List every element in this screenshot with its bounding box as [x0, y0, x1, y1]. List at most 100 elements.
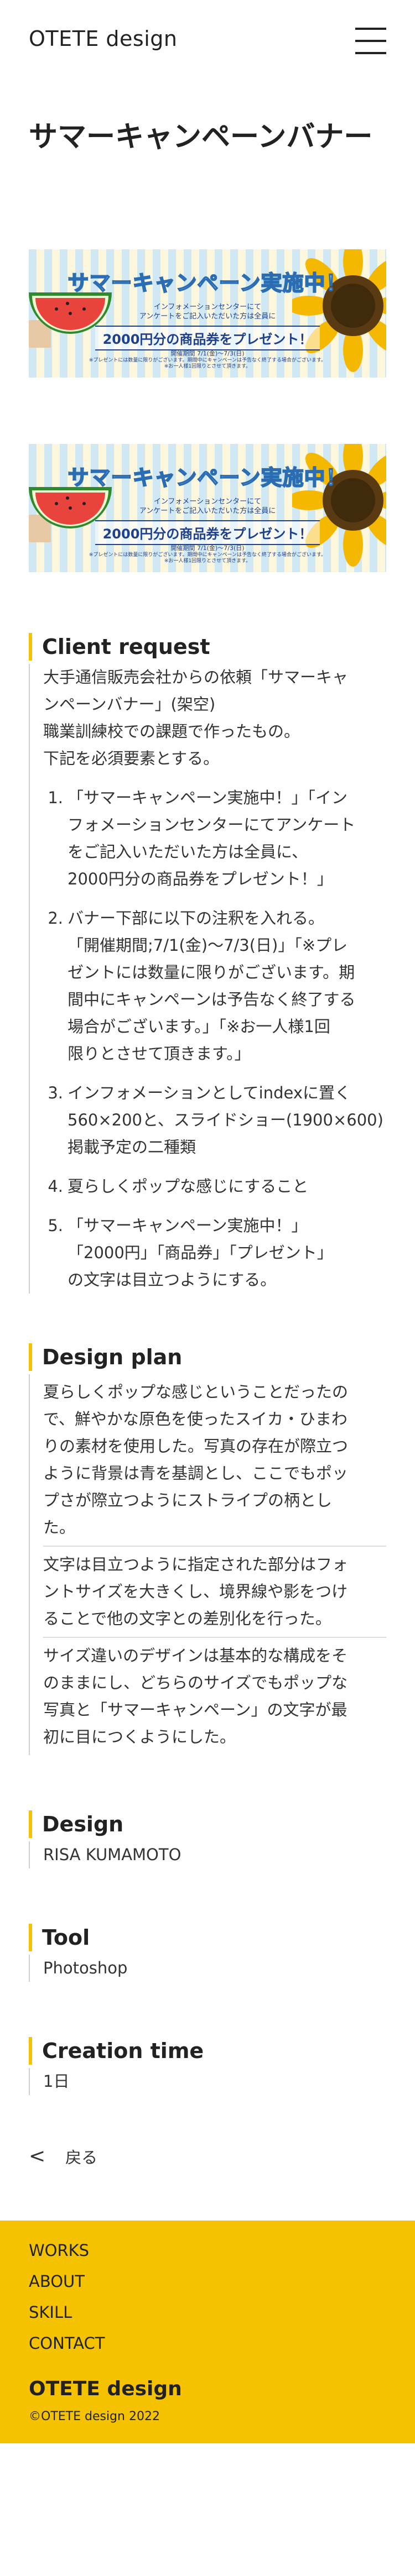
text-line: 大手通信販売会社からの依頼「サマーキャ — [43, 667, 349, 687]
banner-info: インフォメーションセンターにて アンケートをご記入いただいた方は全員に — [112, 497, 303, 516]
section-body: RISA KUMAMOTO — [29, 1841, 386, 1868]
creation-time-value: 1日 — [43, 2071, 70, 2091]
text-line: ントサイズを大きくし、境界線や影をつけ — [43, 1582, 348, 1601]
section-heading: Tool — [29, 1923, 386, 1951]
section-heading: Creation time — [29, 2036, 386, 2065]
section-heading: Design — [29, 1810, 386, 1838]
client-request-intro: 大手通信販売会社からの依頼「サマーキャ ンペーンバナー」(架空) 職業訓練校での… — [43, 664, 386, 772]
designer-section: Design RISA KUMAMOTO — [29, 1810, 386, 1868]
client-request-section: Client request 大手通信販売会社からの依頼「サマーキャ ンペーンバ… — [29, 632, 386, 1294]
site-header: OTETE design — [0, 0, 415, 83]
requirements-list: 1. 「サマーキャンペーン実施中！」「イン フォメーションセンターにてアンケート… — [43, 784, 386, 1294]
list-text: 夏らしくポップな感じにすること — [68, 1173, 386, 1200]
text-line: 560×200と、スライドショー(1900×600) — [68, 1110, 383, 1129]
section-body: 夏らしくポップな感じということだったの で、鮮やかな原色を使ったスイカ・ひまわ … — [29, 1374, 386, 1755]
text-line: フォメーションセンターにてアンケート — [68, 815, 356, 834]
text-line: 初に目につくようにした。 — [43, 1727, 236, 1746]
paragraph: 文字は目立つように指定された部分はフォ ントサイズを大きくし、境界線や影をつけ … — [43, 1545, 386, 1637]
text-line: 場合がございます。」「※お一人様1回 — [68, 1017, 330, 1036]
text-line: の文字は目立つようにする。 — [68, 1270, 277, 1289]
footer-link-contact[interactable]: CONTACT — [29, 2328, 386, 2359]
section-heading: Client request — [29, 632, 386, 661]
footer-link-works[interactable]: WORKS — [29, 2235, 386, 2266]
list-number: 4. — [48, 1176, 63, 1196]
text-line: 限りとさせて頂きます。」 — [68, 1044, 251, 1063]
banner-info-line: アンケートをご記入いただいた方は全員に — [139, 507, 276, 516]
banner-image-large: サマーキャンペーン実施中！ インフォメーションセンターにて アンケートをご記入い… — [29, 249, 386, 378]
list-text: 「サマーキャンペーン実施中！」 「2000円」「商品券」「プレゼント」 の文字は… — [68, 1212, 386, 1294]
text-line: ンペーンバナー」(架空) — [43, 694, 216, 714]
footer-nav: WORKS ABOUT SKILL CONTACT — [29, 2235, 386, 2359]
back-link[interactable]: < 戻る — [29, 2145, 386, 2168]
list-number: 1. — [48, 788, 63, 807]
tool-name: Photoshop — [43, 1958, 128, 1977]
text-line: プさが際立つようにストライプの柄とし — [43, 1490, 333, 1510]
banner-info-line: インフォメーションセンターにて — [153, 302, 262, 311]
text-line: 下記を必須要素とする。 — [43, 748, 220, 768]
paragraph: 夏らしくポップな感じということだったの で、鮮やかな原色を使ったスイカ・ひまわ … — [43, 1374, 386, 1546]
banner-gift-text: 2000円分の商品券をプレゼント！ — [95, 520, 320, 545]
banner-image-slideshow: サマーキャンペーン実施中！ インフォメーションセンターにて アンケートをご記入い… — [29, 443, 386, 572]
banner-note-line: ※お一人様1回限りとさせて頂きます。 — [164, 558, 251, 564]
banner-headline: サマーキャンペーン実施中！ — [67, 465, 347, 490]
chevron-left-icon: < — [29, 2145, 46, 2168]
section-body: Photoshop — [29, 1954, 386, 1982]
tool-section: Tool Photoshop — [29, 1923, 386, 1982]
list-item: 2. バナー下部に以下の注釈を入れる。 「開催期間;7/1(金)〜7/3(日)」… — [45, 905, 386, 1067]
banner-gift-text: 2000円分の商品券をプレゼント！ — [95, 325, 320, 350]
list-text: インフォメーションとしてindexに置く 560×200と、スライドショー(19… — [68, 1080, 386, 1161]
section-body: 1日 — [29, 2067, 386, 2095]
footer-link-about[interactable]: ABOUT — [29, 2266, 386, 2297]
text-line: 「2000円」「商品券」「プレゼント」 — [68, 1243, 333, 1262]
text-line: ることで他の文字との差別化を行った。 — [43, 1609, 331, 1628]
designer-name: RISA KUMAMOTO — [43, 1845, 181, 1864]
section-body: 大手通信販売会社からの依頼「サマーキャ ンペーンバナー」(架空) 職業訓練校での… — [29, 663, 386, 1294]
site-footer: WORKS ABOUT SKILL CONTACT OTETE design ©… — [0, 2220, 415, 2443]
banner-note: ※プレゼントには数量に限りがございます。期間中にキャンペーンは予告なく終了する場… — [62, 358, 353, 370]
list-item: 4. 夏らしくポップな感じにすること — [45, 1173, 386, 1200]
text-line: のままにし、どちらのサイズでもポップな — [43, 1673, 348, 1692]
text-line: 2000円分の商品券をプレゼント！」 — [68, 869, 333, 888]
list-text: 「サマーキャンペーン実施中！」「イン フォメーションセンターにてアンケート をご… — [68, 784, 386, 893]
hamburger-menu-icon[interactable] — [355, 27, 386, 55]
creation-time-section: Creation time 1日 — [29, 2036, 386, 2095]
banner-note-line: ※お一人様1回限りとさせて頂きます。 — [164, 364, 251, 370]
banner-date: 開催期間 7/1(金)〜7/3(日) — [170, 349, 245, 357]
banner-date: 開催期間 7/1(金)〜7/3(日) — [170, 544, 245, 552]
list-item: 5. 「サマーキャンペーン実施中！」 「2000円」「商品券」「プレゼント」 の… — [45, 1212, 386, 1294]
text-line: インフォメーションとしてindexに置く — [68, 1083, 351, 1102]
text-line: 「サマーキャンペーン実施中！」 — [68, 1216, 308, 1235]
text-line: 夏らしくポップな感じということだったの — [43, 1382, 349, 1401]
text-line: 写真と「サマーキャンペーン」の文字が最 — [43, 1700, 347, 1719]
text-line: バナー下部に以下の注釈を入れる。 — [68, 908, 325, 928]
text-line: た。 — [43, 1517, 76, 1537]
page-title: サマーキャンペーンバナー — [29, 121, 373, 154]
banner-note: ※プレゼントには数量に限りがございます。期間中にキャンペーンは予告なく終了する場… — [62, 552, 353, 565]
section-heading: Design plan — [29, 1343, 386, 1371]
list-item: 1. 「サマーキャンペーン実施中！」「イン フォメーションセンターにてアンケート… — [45, 784, 386, 893]
banner-note-line: ※プレゼントには数量に限りがございます。期間中にキャンペーンは予告なく終了する場… — [89, 552, 326, 558]
paragraph: サイズ違いのデザインは基本的な構成をそ のままにし、どちらのサイズでもポップな … — [43, 1636, 386, 1755]
text-line: 職業訓練校での課題で作ったもの。 — [43, 721, 300, 741]
text-line: りの素材を使用した。写真の存在が際立つ — [43, 1436, 349, 1455]
copyright: ©OTETE design 2022 — [29, 2409, 160, 2423]
list-number: 5. — [48, 1216, 63, 1235]
list-number: 3. — [48, 1083, 63, 1102]
footer-link-skill[interactable]: SKILL — [29, 2297, 386, 2328]
back-label: 戻る — [65, 2148, 98, 2167]
design-plan-section: Design plan 夏らしくポップな感じということだったの で、鮮やかな原色… — [29, 1343, 386, 1755]
banner-info-line: インフォメーションセンターにて — [153, 497, 262, 506]
text-line: サイズ違いのデザインは基本的な構成をそ — [43, 1646, 348, 1665]
banner-info: インフォメーションセンターにて アンケートをご記入いただいた方は全員に — [112, 302, 303, 322]
footer-logo[interactable]: OTETE design — [29, 2375, 386, 2403]
banner-info-line: アンケートをご記入いただいた方は全員に — [139, 312, 276, 321]
site-logo[interactable]: OTETE design — [29, 27, 178, 51]
text-line: 文字は目立つように指定された部分はフォ — [43, 1554, 349, 1574]
banner-note-line: ※プレゼントには数量に限りがございます。期間中にキャンペーンは予告なく終了する場… — [89, 357, 326, 363]
text-line: 「開催期間;7/1(金)〜7/3(日)」「※プレ — [68, 935, 348, 955]
list-text: バナー下部に以下の注釈を入れる。 「開催期間;7/1(金)〜7/3(日)」「※プ… — [68, 905, 386, 1067]
list-item: 3. インフォメーションとしてindexに置く 560×200と、スライドショー… — [45, 1080, 386, 1161]
text-line: 間中にキャンペーンは予告なく終了する — [68, 989, 356, 1009]
text-line: ゼントには数量に限りがございます。期 — [68, 962, 355, 982]
text-line: をご記入いただいた方は全員に、 — [68, 842, 308, 861]
